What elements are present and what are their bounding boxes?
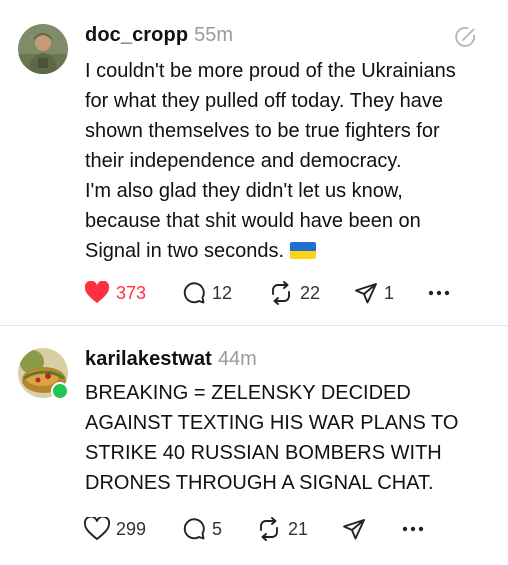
like-count: 373 — [116, 282, 147, 303]
post-actions: 299 5 21 — [80, 514, 480, 544]
more-options-button[interactable] — [402, 514, 424, 544]
repost-button[interactable]: 22 — [268, 278, 320, 308]
share-count: 1 — [384, 282, 395, 303]
post-text-line: because that shit would have been on — [85, 210, 421, 232]
share-button[interactable]: 1 — [354, 278, 394, 308]
send-icon — [355, 283, 377, 304]
more-options-button[interactable] — [428, 278, 450, 308]
repost-icon — [260, 517, 278, 541]
post-header: karilakestwat 44m — [85, 348, 257, 371]
reply-button[interactable]: 12 — [182, 278, 232, 308]
reply-icon — [183, 282, 205, 304]
username[interactable]: karilakestwat — [85, 348, 212, 370]
timestamp: 44m — [217, 348, 257, 370]
heart-icon — [84, 517, 110, 541]
repost-button[interactable]: 21 — [256, 514, 308, 544]
ukraine-flag-icon — [290, 242, 317, 259]
post-text-line: AGAINST TEXTING HIS WAR PLANS TO — [85, 412, 459, 434]
repost-count: 21 — [288, 518, 309, 539]
post-text: BREAKING = ZELENSKY DECIDED AGAINST TEXT… — [85, 378, 485, 498]
thread-post: doc_cropp 55m I couldn't be more proud of… — [0, 0, 508, 325]
send-icon — [343, 519, 365, 540]
post-text-line: STRIKE 40 RUSSIAN BOMBERS WITH — [85, 442, 442, 464]
post-text-line: Signal in two seconds. — [85, 240, 285, 262]
timestamp: 55m — [194, 24, 234, 46]
post-text-line: their independence and democracy. — [85, 150, 402, 172]
post-text-line: I'm also glad they didn't let us know, — [85, 180, 403, 202]
heart-filled-icon — [84, 281, 110, 303]
post-actions: 373 12 22 1 — [80, 278, 480, 308]
reply-icon — [183, 518, 205, 540]
like-button[interactable]: 373 — [84, 278, 146, 308]
post-text-line: DRONES THROUGH A SIGNAL CHAT. — [85, 472, 434, 494]
like-button[interactable]: 299 — [84, 514, 146, 544]
post-text-line: for what they pulled off today. They hav… — [85, 90, 444, 112]
edit-icon[interactable] — [454, 25, 478, 49]
share-button[interactable] — [342, 514, 366, 544]
like-count: 299 — [116, 518, 147, 539]
post-header: doc_cropp 55m — [85, 24, 233, 47]
post-text-line: shown themselves to be true fighters for — [85, 120, 440, 142]
reply-button[interactable]: 5 — [182, 514, 222, 544]
reply-count: 12 — [212, 282, 233, 303]
repost-icon — [272, 281, 290, 305]
ellipsis-icon — [402, 526, 424, 532]
post-text-line-with-emoji: Signal in two seconds. — [85, 236, 485, 266]
username[interactable]: doc_cropp — [85, 24, 188, 46]
post-text-line: BREAKING = ZELENSKY DECIDED — [85, 382, 411, 404]
repost-count: 22 — [300, 282, 321, 303]
ellipsis-icon — [428, 290, 450, 296]
thread-post: karilakestwat 44m BREAKING = ZELENSKY DEC… — [0, 326, 508, 565]
reply-count: 5 — [212, 518, 223, 539]
post-text: I couldn't be more proud of the Ukrainia… — [85, 56, 485, 266]
online-status-indicator — [51, 382, 69, 400]
avatar[interactable] — [18, 24, 68, 74]
post-text-line: I couldn't be more proud of the Ukrainia… — [85, 60, 456, 82]
